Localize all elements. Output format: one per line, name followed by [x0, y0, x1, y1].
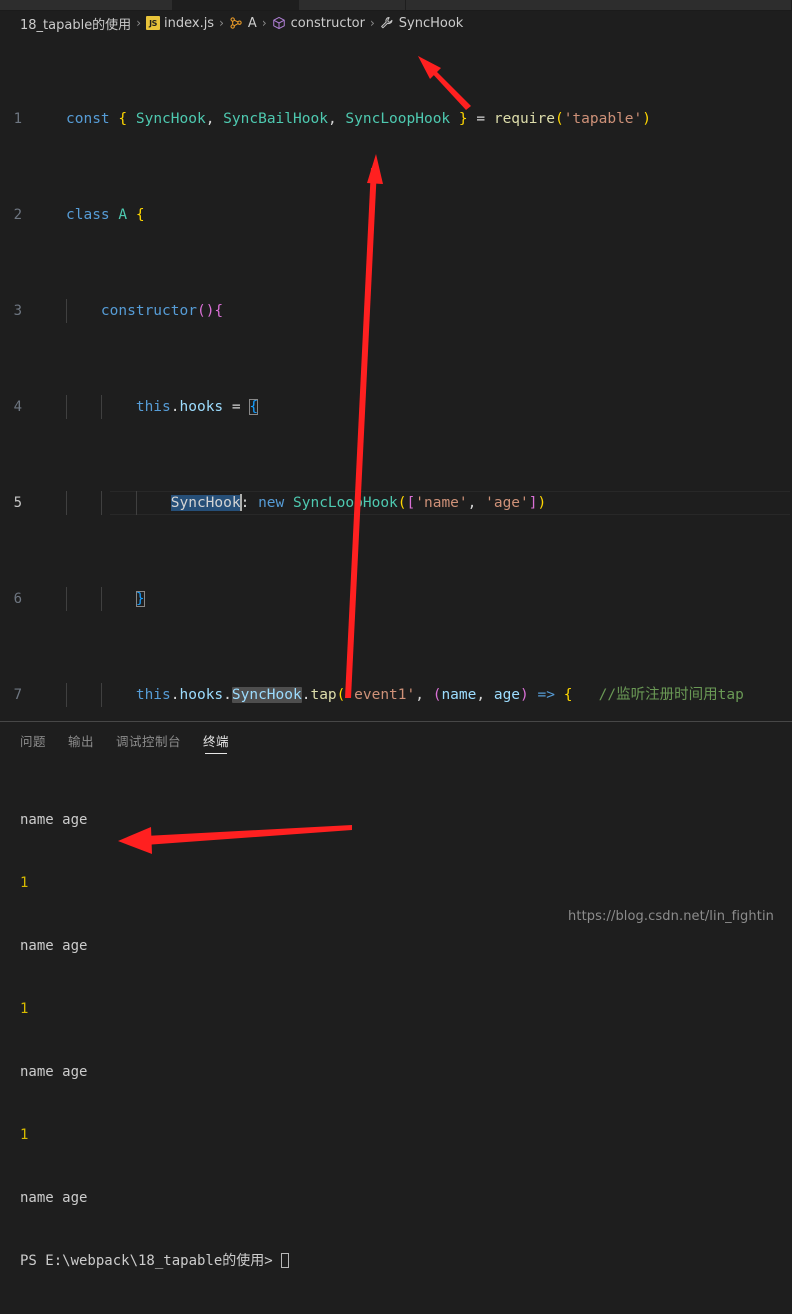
code-line[interactable]: 2 class A {: [0, 203, 792, 227]
editor-tab[interactable]: [0, 0, 174, 10]
panel-tab-problems[interactable]: 问题: [20, 722, 46, 758]
property-wrench-icon: [380, 16, 395, 31]
line-number: 3: [13, 303, 22, 319]
breadcrumb-label: SyncHook: [398, 15, 464, 31]
terminal-prompt-line[interactable]: PS E:\webpack\18_tapable的使用>: [20, 1251, 792, 1272]
line-number: 1: [13, 111, 22, 127]
line-text[interactable]: const { SyncHook, SyncBailHook, SyncLoop…: [44, 107, 792, 131]
terminal-line: name age: [20, 938, 88, 954]
breadcrumb-item-constructor[interactable]: constructor: [272, 16, 365, 31]
panel-tab-debug-console[interactable]: 调试控制台: [116, 722, 181, 758]
selected-token[interactable]: SyncHook: [170, 495, 241, 511]
code-content[interactable]: 1 const { SyncHook, SyncBailHook, SyncLo…: [0, 35, 792, 721]
line-text[interactable]: }: [44, 587, 792, 611]
code-line[interactable]: 4 this.hooks = {: [0, 395, 792, 419]
terminal-output[interactable]: name age 1 name age 1 name age 1 name ag…: [0, 758, 792, 1314]
watermark-url: https://blog.csdn.net/lin_fightin: [568, 909, 774, 924]
line-text[interactable]: class A {: [44, 203, 792, 227]
bottom-panel: 问题 输出 调试控制台 终端 name age 1 name age 1 nam…: [0, 721, 792, 1269]
line-number: 2: [13, 207, 22, 223]
js-file-icon: JS: [146, 16, 160, 30]
breadcrumb-item-file[interactable]: JS index.js: [146, 16, 214, 31]
breadcrumb-item-folder[interactable]: 18_tapable的使用: [20, 14, 131, 33]
code-line-active[interactable]: 5 SyncHook: new SyncLoopHook(['name', 'a…: [0, 491, 792, 515]
breadcrumb-separator: ›: [136, 16, 141, 30]
breadcrumb-separator: ›: [261, 16, 267, 30]
breadcrumb-separator: ›: [369, 16, 375, 30]
vscode-window: 18_tapable的使用 › JS index.js › A › constr…: [0, 0, 792, 1269]
breadcrumb-label: 18_tapable的使用: [20, 17, 132, 33]
constructor-icon: [272, 16, 287, 31]
panel-tab-terminal[interactable]: 终端: [203, 722, 229, 758]
terminal-line: name age: [20, 812, 88, 828]
breadcrumb: 18_tapable的使用 › JS index.js › A › constr…: [0, 11, 792, 35]
line-number: 5: [13, 495, 22, 511]
line-number: 7: [13, 687, 22, 703]
line-text[interactable]: constructor(){: [44, 299, 792, 323]
breadcrumb-label: A: [247, 15, 257, 31]
terminal-line: 1: [20, 875, 29, 891]
terminal-line: 1: [20, 1127, 29, 1143]
code-editor[interactable]: 1 const { SyncHook, SyncBailHook, SyncLo…: [0, 35, 792, 721]
panel-tab-list: 问题 输出 调试控制台 终端: [0, 722, 792, 758]
terminal-prompt: PS E:\webpack\18_tapable的使用>: [20, 1253, 282, 1269]
terminal-line: name age: [20, 1190, 88, 1206]
editor-tab-active[interactable]: [173, 0, 300, 10]
code-line[interactable]: 3 constructor(){: [0, 299, 792, 323]
line-text[interactable]: this.hooks.SyncHook.tap('event1', (name,…: [44, 683, 792, 707]
breadcrumb-item-class[interactable]: A: [229, 16, 257, 31]
breadcrumb-separator: ›: [219, 16, 224, 30]
editor-tab[interactable]: [405, 0, 792, 10]
terminal-line: name age: [20, 1064, 88, 1080]
code-line[interactable]: 6 }: [0, 587, 792, 611]
terminal-cursor: [281, 1253, 290, 1268]
line-text[interactable]: this.hooks = {: [44, 395, 792, 419]
panel-tab-output[interactable]: 输出: [68, 722, 94, 758]
line-text[interactable]: SyncHook: new SyncLoopHook(['name', 'age…: [44, 491, 792, 515]
breadcrumb-label: index.js: [164, 15, 215, 31]
terminal-line: 1: [20, 1001, 29, 1017]
breadcrumb-item-property[interactable]: SyncHook: [380, 15, 464, 31]
code-line[interactable]: 7 this.hooks.SyncHook.tap('event1', (nam…: [0, 683, 792, 707]
editor-tab-strip: [0, 0, 792, 11]
line-number: 6: [13, 591, 22, 607]
line-number: 4: [13, 399, 22, 415]
breadcrumb-label: constructor: [290, 15, 365, 31]
editor-tab[interactable]: [299, 0, 406, 10]
class-icon: [229, 16, 244, 31]
code-line[interactable]: 1 const { SyncHook, SyncBailHook, SyncLo…: [0, 107, 792, 131]
